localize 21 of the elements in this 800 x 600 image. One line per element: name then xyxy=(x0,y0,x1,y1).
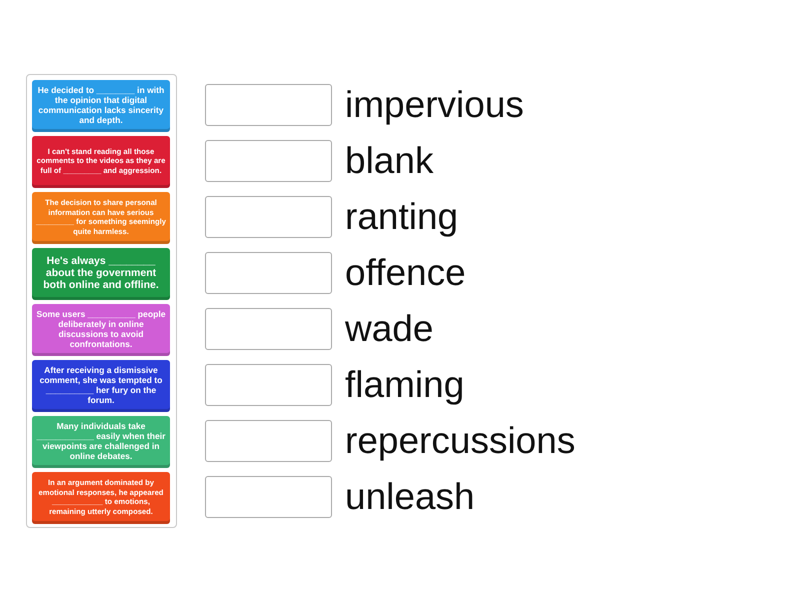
answer-word: wade xyxy=(345,308,434,350)
answer-box[interactable] xyxy=(205,308,332,350)
answer-word: repercussions xyxy=(345,420,576,462)
answer-word: unleash xyxy=(345,476,475,518)
sentence-card[interactable]: He's always ________ about the government both online and offline. xyxy=(32,248,170,300)
answer-box[interactable] xyxy=(205,420,332,462)
sentence-card[interactable]: Some users __________ people deliberately in online discussions to avoid confrontations. xyxy=(32,304,170,356)
answer-word: offence xyxy=(345,252,466,294)
answer-word: impervious xyxy=(345,84,524,126)
answer-word: ranting xyxy=(345,196,458,238)
answer-box[interactable] xyxy=(205,476,332,518)
answer-word: flaming xyxy=(345,364,464,406)
answer-box[interactable] xyxy=(205,364,332,406)
answer-box[interactable] xyxy=(205,252,332,294)
answer-box[interactable] xyxy=(205,140,332,182)
answer-word: blank xyxy=(345,140,434,182)
answer-box[interactable] xyxy=(205,196,332,238)
sentence-card[interactable]: After receiving a dismissive comment, she was tempted to __________ her fury on the forum. xyxy=(32,360,170,412)
answer-box[interactable] xyxy=(205,84,332,126)
sentence-card[interactable]: He decided to ________ in with the opinion that digital communication lacks sincerity and depth. xyxy=(32,80,170,132)
sentence-card[interactable]: Many individuals take ____________ easily when their viewpoints are challenged in online debates. xyxy=(32,416,170,468)
